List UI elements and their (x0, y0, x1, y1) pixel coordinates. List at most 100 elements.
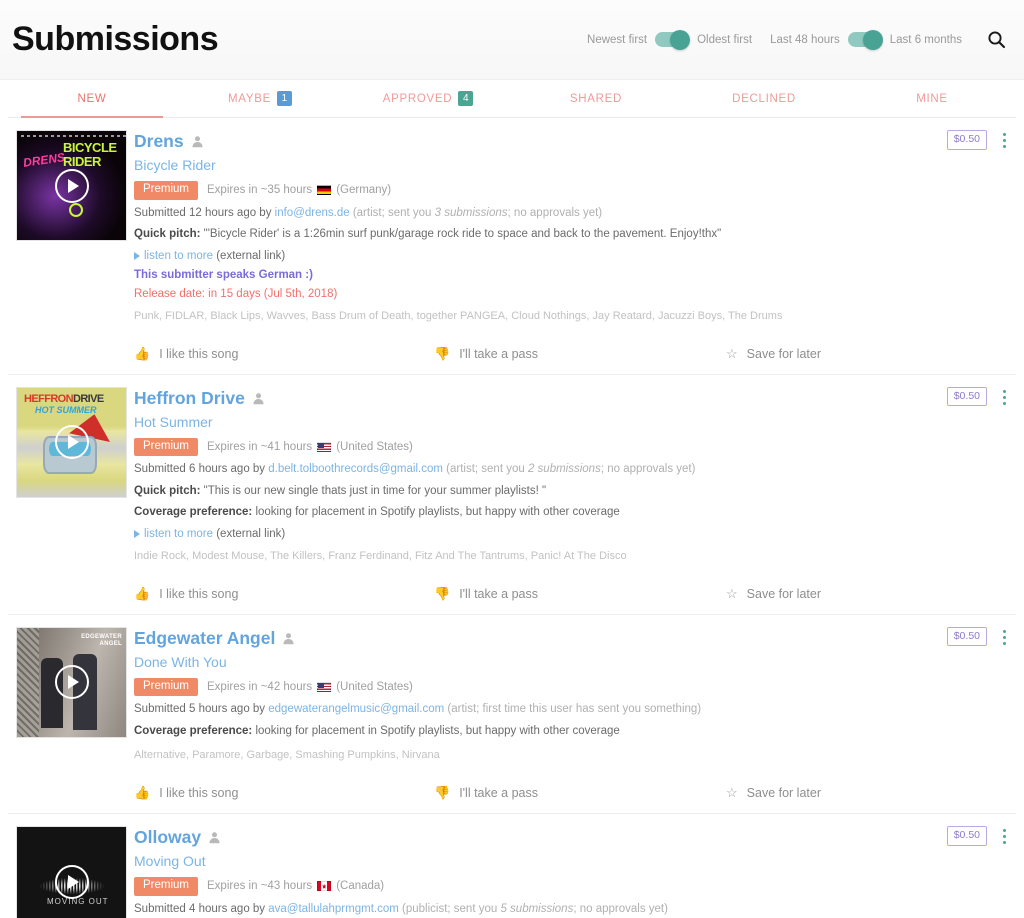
like-button[interactable]: 👍 I like this song (134, 785, 434, 801)
tab-approved[interactable]: APPROVED 4 (344, 80, 512, 117)
submitter-email-link[interactable]: edgewaterangelmusic@gmail.com (268, 703, 444, 715)
artist-name-link[interactable]: Olloway (134, 827, 201, 848)
tab-maybe[interactable]: MAYBE 1 (176, 80, 344, 117)
save-for-later-button[interactable]: ☆ Save for later (726, 346, 821, 362)
expires-text: Expires in ~42 hours (207, 680, 313, 693)
artist-name-link[interactable]: Drens (134, 131, 184, 152)
genre-tags: Punk, FIDLAR, Black Lips, Wavves, Bass D… (134, 309, 783, 322)
play-button[interactable] (54, 168, 89, 203)
date-range-toggle[interactable] (847, 29, 883, 50)
submission-card: HEFFRONDRIVE HOT SUMMER Heffron Drive Hot S… (8, 375, 1016, 615)
genre-tags: Indie Rock, Modest Mouse, The Killers, F… (134, 549, 627, 562)
card-right-controls: $0.50 (946, 626, 1010, 648)
premium-badge: Premium (134, 877, 199, 896)
action-row: 👍 I like this song 👎 I'll take a pass ☆ Save … (134, 572, 926, 614)
expiry-info: Expires in ~43 hours (Canada) (207, 880, 384, 892)
save-for-later-button[interactable]: ☆ Save for later (726, 586, 821, 602)
quick-pitch-label: Quick pitch: (134, 228, 201, 241)
more-options-icon[interactable] (999, 627, 1010, 648)
pass-button[interactable]: 👎 I'll take a pass (434, 586, 726, 602)
submitter-email-link[interactable]: info@drens.de (275, 207, 350, 219)
pass-button[interactable]: 👎 I'll take a pass (434, 346, 726, 362)
submitter-note-close: ; no approvals yet) (573, 902, 668, 915)
sort-order-toggle[interactable] (655, 29, 691, 50)
save-label: Save for later (746, 346, 821, 361)
submitter-language-note: This submitter speaks German :) (134, 268, 313, 281)
play-button[interactable] (54, 425, 89, 460)
person-icon (191, 135, 204, 148)
play-button[interactable] (54, 864, 89, 899)
song-title-link[interactable]: Bicycle Rider (134, 157, 926, 173)
artist-name-link[interactable]: Edgewater Angel (134, 628, 275, 649)
thumbs-down-icon: 👎 (434, 585, 451, 601)
external-link-note: (external link) (213, 249, 286, 262)
star-icon: ☆ (726, 345, 738, 361)
submitter-email-link[interactable]: ava@tallulahprmgmt.com (268, 903, 399, 915)
submitted-prefix: Submitted 5 hours ago by (134, 703, 269, 716)
song-title-link[interactable]: Moving Out (134, 853, 926, 869)
song-title-link[interactable]: Hot Summer (134, 414, 926, 430)
meta-row: Premium Expires in ~43 hours (Canada) (134, 877, 926, 896)
price-badge[interactable]: $0.50 (946, 826, 987, 846)
sort-toggle-right-label: Oldest first (697, 33, 753, 46)
artist-row: Heffron Drive (134, 388, 926, 409)
price-badge[interactable]: $0.50 (946, 626, 987, 647)
quick-pitch-line: Quick pitch: "'Bicycle Rider' is a 1:26m… (134, 227, 926, 243)
save-for-later-button[interactable]: ☆ Save for later (726, 785, 821, 801)
quick-pitch-text: "This is our new single thats just in ti… (200, 484, 547, 497)
song-title-link[interactable]: Done With You (134, 654, 926, 670)
tab-new[interactable]: NEW (8, 80, 176, 118)
listen-to-more-link[interactable]: listen to more (144, 528, 213, 540)
quick-pitch-line: Quick pitch: "This is our new single tha… (134, 484, 926, 500)
premium-badge: Premium (134, 181, 199, 200)
submission-details: Drens Bicycle Rider Premium Expires in ~35 … (134, 130, 1016, 374)
submission-card: MOVING OUTOlloway Olloway Moving Out Premiu… (8, 814, 1016, 918)
more-options-icon[interactable] (999, 387, 1010, 408)
submission-details: Edgewater Angel Done With You Premium Expir… (134, 627, 1016, 814)
country-label: (United States) (336, 680, 413, 693)
artist-name-link[interactable]: Heffron Drive (134, 388, 245, 409)
pass-label: I'll take a pass (459, 346, 539, 361)
search-icon[interactable] (982, 26, 1010, 54)
more-options-icon[interactable] (999, 826, 1010, 847)
expiry-info: Expires in ~35 hours (Germany) (207, 184, 391, 196)
price-badge[interactable]: $0.50 (946, 130, 987, 150)
pass-label: I'll take a pass (459, 786, 539, 801)
play-button[interactable] (54, 665, 89, 700)
thumbs-up-icon: 👍 (134, 345, 151, 361)
album-art[interactable]: DRENS BICYCLE RIDER (16, 130, 127, 241)
submission-list: DRENS BICYCLE RIDER Drens Bicycle Rider Premi… (0, 118, 1024, 918)
premium-badge: Premium (134, 677, 199, 697)
like-button[interactable]: 👍 I like this song (134, 346, 434, 362)
country-flag-icon (317, 441, 332, 452)
pass-button[interactable]: 👎 I'll take a pass (434, 785, 726, 801)
tab-shared[interactable]: SHARED (512, 80, 680, 117)
submitter-email-link[interactable]: d.belt.tolboothrecords@gmail.com (268, 463, 443, 475)
album-art[interactable]: HEFFRONDRIVE HOT SUMMER (16, 386, 127, 498)
tab-declined[interactable]: DECLINED (680, 80, 848, 117)
submitter-note-open: (artist; sent you (349, 206, 435, 219)
page-header: Submissions Newest first Oldest first La… (0, 0, 1024, 80)
expires-text: Expires in ~35 hours (207, 184, 313, 197)
listen-to-more-link[interactable]: listen to more (144, 250, 213, 262)
album-art-column: EDGEWATER ANGEL (8, 626, 134, 814)
submitted-line: Submitted 5 hours ago by edgewaterangelm… (134, 702, 926, 718)
submitted-prefix: Submitted 4 hours ago by (134, 902, 269, 915)
coverage-text: looking for placement in Spotify playlis… (252, 724, 620, 737)
quick-pitch-label: Quick pitch: (134, 484, 201, 497)
tab-label: NEW (77, 92, 107, 105)
header-controls: Newest first Oldest first Last 48 hours … (587, 26, 1010, 54)
more-options-icon[interactable] (999, 130, 1010, 151)
submitter-note-close: ; no approvals yet) (600, 463, 696, 476)
album-art[interactable]: EDGEWATER ANGEL (16, 626, 127, 738)
tab-mine[interactable]: MINE (848, 80, 1016, 117)
album-art[interactable]: MOVING OUTOlloway (16, 826, 127, 918)
country-flag-icon (317, 185, 332, 196)
page-title: Submissions (12, 20, 219, 58)
submitter-note-open: (publicist; sent you (398, 902, 501, 915)
submission-details: Olloway Moving Out Premium Expires in ~43 h… (134, 826, 1016, 918)
like-button[interactable]: 👍 I like this song (134, 586, 434, 602)
price-badge[interactable]: $0.50 (946, 386, 987, 407)
album-art-column: HEFFRONDRIVE HOT SUMMER (8, 386, 134, 614)
save-label: Save for later (746, 786, 821, 801)
